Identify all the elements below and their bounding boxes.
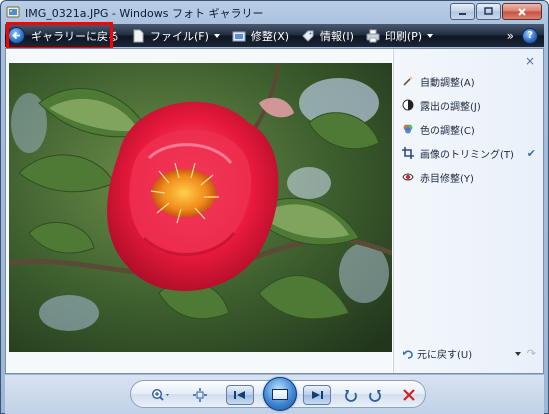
fix-red-eye-item[interactable]: 赤目修整(Y): [402, 168, 536, 186]
fix-red-eye-label: 赤目修整(Y): [420, 173, 474, 185]
more-commands-button[interactable]: »: [499, 29, 522, 43]
rotate-clockwise-button[interactable]: [367, 386, 383, 404]
delete-icon: [403, 389, 415, 401]
fix-button[interactable]: 修整(X): [226, 24, 295, 47]
camellia-photo: [9, 63, 392, 352]
fix-icon: [232, 31, 246, 41]
crop-check-icon: ✔: [526, 146, 536, 160]
fix-label: 修整(X): [250, 29, 290, 43]
camellia-photo-image: [9, 63, 392, 352]
adjust-exposure-label: 露出の調整(J): [420, 101, 481, 113]
photo-area: [6, 49, 392, 373]
maximize-icon: [484, 7, 493, 15]
adjust-color-label: 色の調整(C): [420, 125, 475, 137]
rotate-right-icon: [369, 390, 381, 402]
auto-adjust-label: 自動調整(A): [420, 77, 475, 89]
delete-button[interactable]: [401, 386, 417, 404]
viewer-content: × 自動調整(A) 露出の調整(J) 色の調整(C) 画像のトリミング(T) ✔…: [5, 48, 544, 374]
undo-label[interactable]: 元に戻す(U): [417, 346, 472, 361]
printer-icon: [366, 29, 380, 42]
file-menu[interactable]: ファイル(F): [125, 24, 226, 47]
help-button[interactable]: ?: [522, 27, 538, 44]
close-fix-panel-button[interactable]: ×: [525, 54, 535, 68]
redeye-icon: [402, 173, 414, 181]
zoom-icon: [151, 388, 169, 401]
undo-dropdown-icon[interactable]: [514, 351, 521, 356]
title-bar[interactable]: IMG_0321a.JPG - Windows フォト ギャラリー: [1, 1, 548, 23]
maximize-button[interactable]: [476, 3, 501, 20]
info-button[interactable]: 情報(I): [295, 24, 360, 47]
close-icon: [518, 7, 526, 16]
crop-icon: [402, 147, 414, 159]
undo-icon[interactable]: [402, 348, 414, 360]
next-icon: [312, 391, 323, 399]
minimize-icon: [459, 13, 466, 15]
highlight-box: [6, 22, 113, 50]
slideshow-button[interactable]: [263, 377, 297, 411]
auto-adjust-item[interactable]: 自動調整(A): [402, 72, 536, 90]
crop-photo-label: 画像のトリミング(T): [420, 149, 514, 161]
crop-photo-item[interactable]: 画像のトリミング(T) ✔: [402, 144, 536, 162]
wand-icon: [403, 76, 413, 86]
rotate-left-icon: [345, 390, 357, 402]
color-icon: [403, 124, 413, 134]
file-menu-label: ファイル(F): [150, 29, 209, 43]
file-dropdown-icon: [213, 33, 220, 38]
adjust-exposure-item[interactable]: 露出の調整(J): [402, 96, 536, 114]
zoom-button[interactable]: [149, 386, 175, 404]
print-label: 印刷(P): [384, 29, 423, 43]
photo-gallery-app-icon: [6, 6, 20, 18]
window-title: IMG_0321a.JPG - Windows フォト ギャラリー: [25, 7, 264, 20]
minimize-button[interactable]: [450, 3, 475, 20]
redo-icon[interactable]: ↷: [527, 347, 536, 360]
actual-size-button[interactable]: [191, 386, 209, 404]
slideshow-icon: [272, 388, 288, 400]
next-button[interactable]: [303, 385, 331, 405]
actual-size-icon: [193, 388, 207, 402]
viewer-controls: [130, 377, 426, 411]
playback-bar: [5, 375, 544, 414]
rotate-counterclockwise-button[interactable]: [343, 386, 359, 404]
app-window: IMG_0321a.JPG - Windows フォト ギャラリー ギャラリーに…: [0, 0, 549, 414]
fix-panel: × 自動調整(A) 露出の調整(J) 色の調整(C) 画像のトリミング(T) ✔…: [393, 49, 543, 373]
file-icon: [133, 29, 144, 42]
info-label: 情報(I): [320, 29, 354, 43]
print-dropdown-icon: [427, 33, 434, 38]
undo-row: 元に戻す(U) ↷: [402, 346, 536, 361]
previous-icon: [234, 391, 245, 399]
window-controls: [450, 3, 542, 20]
previous-button[interactable]: [226, 385, 254, 405]
print-menu[interactable]: 印刷(P): [360, 24, 439, 47]
exposure-icon: [402, 99, 414, 111]
close-button[interactable]: [502, 3, 542, 20]
info-tag-icon: [302, 30, 314, 42]
adjust-color-item[interactable]: 色の調整(C): [402, 120, 536, 138]
